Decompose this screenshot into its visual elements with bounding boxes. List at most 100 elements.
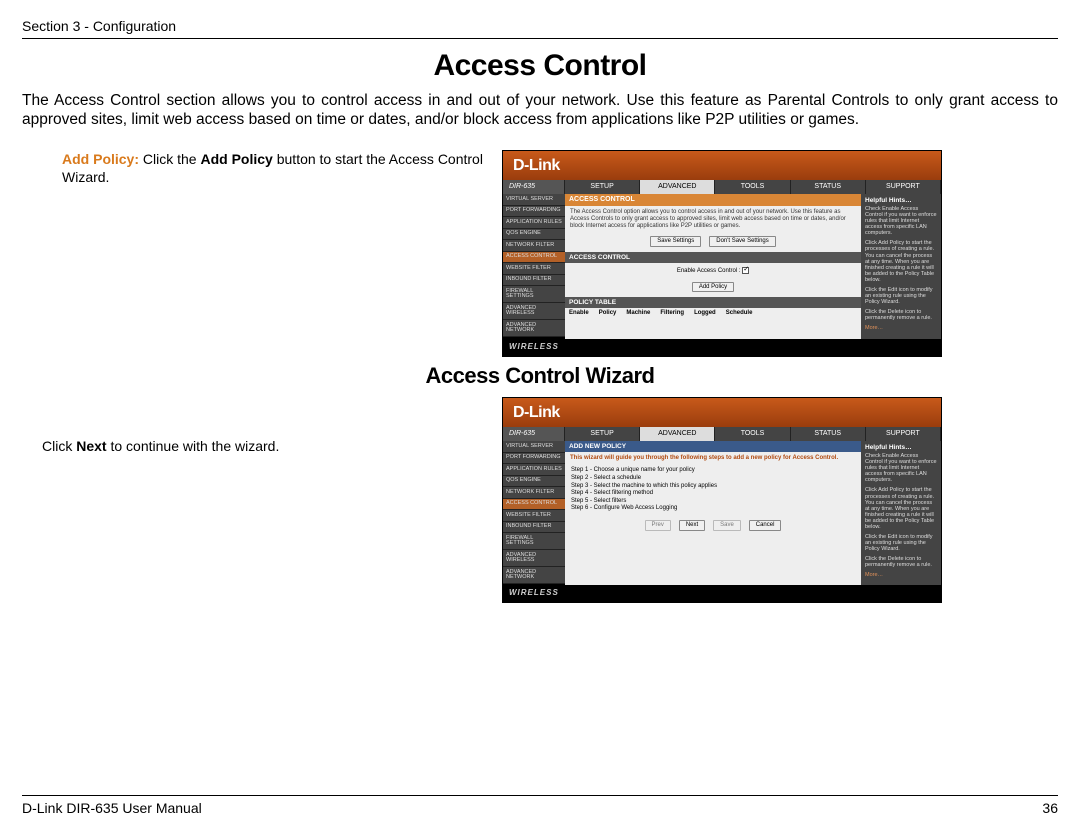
center-pane-2: ADD NEW POLICY This wizard will guide yo… (565, 441, 861, 585)
th-policy: Policy (599, 310, 617, 317)
hints-title: Helpful Hints… (865, 197, 937, 204)
nav-row-2: DIR-635 SETUP ADVANCED TOOLS STATUS SUPP… (503, 427, 941, 441)
tab-tools-2[interactable]: TOOLS (715, 427, 790, 441)
wireless-bar: WIRELESS (503, 339, 941, 356)
settings-buttons: Save Settings Don't Save Settings (565, 233, 861, 252)
prev-button: Prev (645, 520, 671, 531)
side-firewall[interactable]: FIREWALL SETTINGS (503, 286, 565, 303)
router-screenshot-2: D-Link DIR-635 SETUP ADVANCED TOOLS STAT… (502, 397, 942, 603)
hint-1: Check Enable Access Control if you want … (865, 206, 937, 236)
add-policy-row: Add Policy: Click the Add Policy button … (22, 150, 1058, 357)
hints-more-2[interactable]: More… (865, 572, 937, 578)
side2-port-forwarding[interactable]: PORT FORWARDING (503, 453, 565, 465)
side2-qos[interactable]: QOS ENGINE (503, 476, 565, 488)
page-footer: D-Link DIR-635 User Manual 36 (22, 795, 1058, 816)
side2-network-filter[interactable]: NETWORK FILTER (503, 487, 565, 499)
side2-adv-wireless[interactable]: ADVANCED WIRELESS (503, 550, 565, 567)
side-website-filter[interactable]: WEBSITE FILTER (503, 263, 565, 275)
router-sidebar: VIRTUAL SERVER PORT FORWARDING APPLICATI… (503, 194, 565, 339)
hints-title-2: Helpful Hints… (865, 444, 937, 451)
wizard-row: Click Next to continue with the wizard. … (22, 397, 1058, 603)
step-4: Step 4 - Select filtering method (571, 490, 855, 497)
hints-more[interactable]: More… (865, 325, 937, 331)
wizard-steps: Step 1 - Choose a unique name for your p… (565, 465, 861, 515)
shot-body: VIRTUAL SERVER PORT FORWARDING APPLICATI… (503, 194, 941, 339)
add-policy-text: Add Policy: Click the Add Policy button … (22, 150, 492, 357)
side-access-control[interactable]: ACCESS CONTROL (503, 252, 565, 264)
save-settings-button[interactable]: Save Settings (650, 236, 701, 247)
tab-advanced-2[interactable]: ADVANCED (640, 427, 715, 441)
tab-support-2[interactable]: SUPPORT (866, 427, 941, 441)
save-button: Save (713, 520, 741, 531)
enable-row: Enable Access Control : (565, 263, 861, 279)
add-policy-button[interactable]: Add Policy (692, 282, 734, 293)
side-adv-wireless[interactable]: ADVANCED WIRELESS (503, 303, 565, 320)
model-label: DIR-635 (503, 180, 565, 194)
nav-row: DIR-635 SETUP ADVANCED TOOLS STATUS SUPP… (503, 180, 941, 194)
add-policy-prefix: Click the (143, 151, 201, 167)
wizard-buttons: Prev Next Save Cancel (565, 515, 861, 539)
step-1: Step 1 - Choose a unique name for your p… (571, 467, 855, 474)
ac-description: The Access Control option allows you to … (565, 206, 861, 234)
add-policy-bold: Add Policy (200, 151, 272, 167)
hint-2: Click Add Policy to start the processes … (865, 240, 937, 282)
dlink-logo: D-Link (503, 151, 941, 181)
dlink-logo-2: D-Link (503, 398, 941, 428)
side2-virtual-server[interactable]: VIRTUAL SERVER (503, 441, 565, 453)
hint2-3: Click the Edit icon to modify an existin… (865, 534, 937, 552)
th-schedule: Schedule (726, 310, 753, 317)
footer-page: 36 (1042, 800, 1058, 816)
side2-firewall[interactable]: FIREWALL SETTINGS (503, 533, 565, 550)
ac-section-bar: ACCESS CONTROL (565, 252, 861, 263)
th-enable: Enable (569, 310, 589, 317)
side-qos[interactable]: QOS ENGINE (503, 229, 565, 241)
wizard-prefix: Click (42, 438, 76, 454)
hints-pane-2: Helpful Hints… Check Enable Access Contr… (861, 441, 941, 585)
th-logged: Logged (694, 310, 716, 317)
step-3: Step 3 - Select the machine to which thi… (571, 483, 855, 490)
tab-setup[interactable]: SETUP (565, 180, 640, 194)
wizard-fill (565, 539, 861, 553)
model-label-2: DIR-635 (503, 427, 565, 441)
hint-3: Click the Edit icon to modify an existin… (865, 287, 937, 305)
wizard-title-bar: ADD NEW POLICY (565, 441, 861, 452)
next-button[interactable]: Next (679, 520, 705, 531)
step-6: Step 6 - Configure Web Access Logging (571, 505, 855, 512)
tab-advanced[interactable]: ADVANCED (640, 180, 715, 194)
tab-status-2[interactable]: STATUS (791, 427, 866, 441)
step-2: Step 2 - Select a schedule (571, 475, 855, 482)
side2-adv-network[interactable]: ADVANCED NETWORK (503, 567, 565, 584)
enable-checkbox[interactable] (742, 267, 749, 274)
wizard-text: Click Next to continue with the wizard. (22, 397, 492, 603)
side2-website-filter[interactable]: WEBSITE FILTER (503, 510, 565, 522)
side2-application-rules[interactable]: APPLICATION RULES (503, 464, 565, 476)
policy-table-head: Enable Policy Machine Filtering Logged S… (565, 308, 861, 319)
hint-4: Click the Delete icon to permanently rem… (865, 309, 937, 321)
side-inbound-filter[interactable]: INBOUND FILTER (503, 275, 565, 287)
tab-setup-2[interactable]: SETUP (565, 427, 640, 441)
th-filtering: Filtering (660, 310, 684, 317)
wizard-intro: This wizard will guide you through the f… (565, 452, 861, 465)
tab-support[interactable]: SUPPORT (866, 180, 941, 194)
page-title: Access Control (22, 49, 1058, 83)
wizard-suffix: to continue with the wizard. (107, 438, 280, 454)
side-network-filter[interactable]: NETWORK FILTER (503, 240, 565, 252)
center-pane: ACCESS CONTROL The Access Control option… (565, 194, 861, 339)
side2-inbound-filter[interactable]: INBOUND FILTER (503, 522, 565, 534)
wireless-bar-2: WIRELESS (503, 585, 941, 602)
table-empty (565, 319, 861, 339)
tab-status[interactable]: STATUS (791, 180, 866, 194)
tab-tools[interactable]: TOOLS (715, 180, 790, 194)
side-application-rules[interactable]: APPLICATION RULES (503, 217, 565, 229)
enable-label: Enable Access Control : (677, 268, 741, 274)
hint2-4: Click the Delete icon to permanently rem… (865, 556, 937, 568)
side-adv-network[interactable]: ADVANCED NETWORK (503, 320, 565, 337)
side-virtual-server[interactable]: VIRTUAL SERVER (503, 194, 565, 206)
shot-body-2: VIRTUAL SERVER PORT FORWARDING APPLICATI… (503, 441, 941, 585)
hint2-1: Check Enable Access Control if you want … (865, 453, 937, 483)
side2-access-control[interactable]: ACCESS CONTROL (503, 499, 565, 511)
dont-save-button[interactable]: Don't Save Settings (709, 236, 776, 247)
cancel-button[interactable]: Cancel (749, 520, 782, 531)
ac-title-bar: ACCESS CONTROL (565, 194, 861, 206)
side-port-forwarding[interactable]: PORT FORWARDING (503, 206, 565, 218)
